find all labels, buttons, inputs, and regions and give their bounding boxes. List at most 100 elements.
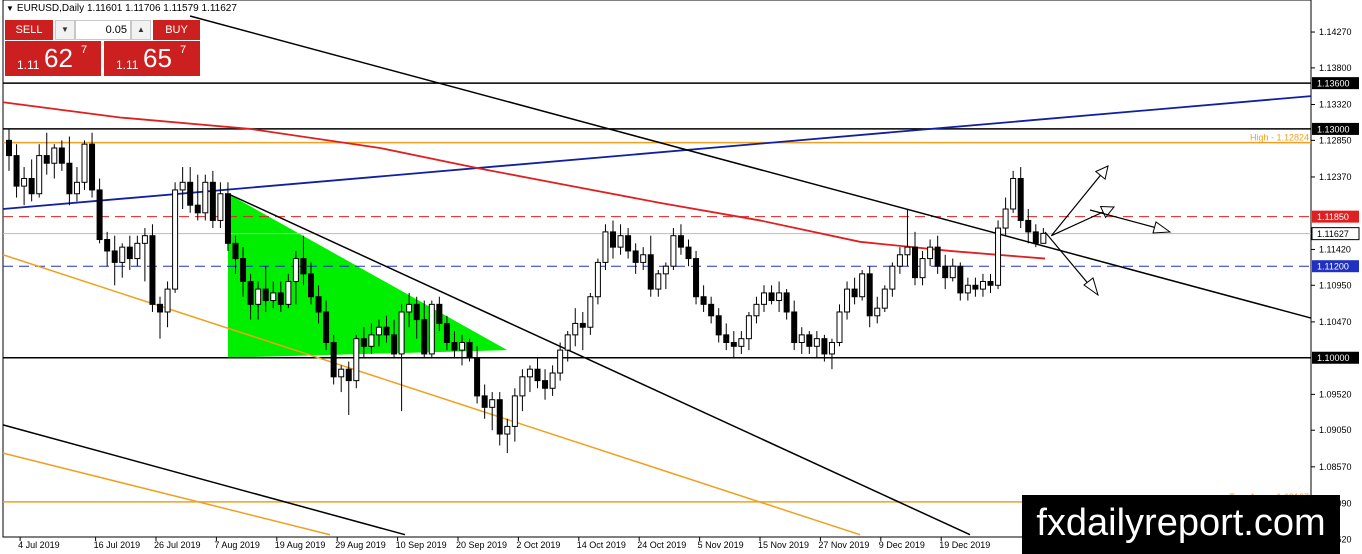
y-tick-label: 1.12370 [1319,172,1352,182]
candle-body [1025,219,1032,233]
candle-body [66,162,73,195]
candle-body [300,258,307,275]
candle-body [345,368,352,382]
candle-body [481,395,488,408]
candle-body [866,273,873,317]
candle-body [889,265,896,290]
candle-body [942,265,949,279]
candle-body [806,334,813,347]
x-tick-label: 26 Jul 2019 [154,540,201,550]
candle-body [904,246,911,256]
candle-body [368,334,375,347]
lot-decrease-button[interactable]: ▼ [55,20,75,40]
candle-body [647,254,654,290]
candle-body [798,334,805,343]
level-box-label-2: 1.10000 [1317,353,1350,363]
x-tick-label: 16 Jul 2019 [94,540,141,550]
candle-body [36,155,43,195]
price-chart[interactable]: 1.142701.138001.133201.128501.123701.114… [0,0,1362,554]
candle-body [859,273,866,298]
candle-body [119,246,126,263]
current-price-label: 1.11627 [1317,229,1349,239]
candle-body [149,235,156,305]
candle-body [81,143,88,183]
candle-body [164,288,171,313]
candle-body [1010,177,1017,210]
candle-body [995,227,1002,286]
candle-body [828,341,835,355]
candle-body [451,341,458,351]
candle-body [209,181,216,221]
candle-body [972,284,979,290]
candle-body [172,189,179,290]
candle-body [194,204,201,214]
candle-body [224,193,231,244]
sell-quote-pips: 62 [44,43,73,73]
candle-body [964,284,971,294]
candle-body [881,288,888,309]
candle-body [572,322,579,336]
candle-body [428,303,435,355]
candle-body [677,235,684,248]
candle-body [126,246,133,260]
candle-body [587,296,594,328]
candle-body [13,155,20,187]
y-tick-label: 1.08570 [1319,462,1352,472]
candle-body [28,177,35,195]
candle-body [511,395,518,427]
candle-body [949,265,956,279]
candle-body [874,307,881,317]
candle-body [443,322,450,343]
x-tick-label: 20 Sep 2019 [456,540,507,550]
candle-body [813,338,820,347]
candle-body [51,147,58,164]
candle-body [662,265,669,275]
ohlc-values: 1.11601 1.11706 1.11579 1.11627 [86,3,237,14]
candle-body [466,341,473,359]
candle-body [640,254,647,263]
buy-button[interactable]: BUY [153,20,200,40]
x-tick-label: 29 Aug 2019 [335,540,386,550]
candle-body [957,265,964,294]
y-tick-label: 1.14270 [1319,27,1352,37]
y-tick-label: 1.09050 [1319,425,1352,435]
level-box-label-0: 1.13600 [1317,79,1350,89]
y-tick-label: 1.13800 [1319,63,1352,73]
candle-body [489,399,496,408]
candle-body [315,296,322,313]
x-tick-label: 5 Nov 2019 [698,540,744,550]
caret-up-icon: ▲ [137,25,145,34]
candle-body [202,181,209,214]
candle-body [111,250,118,263]
candle-body [836,311,843,343]
candle-body [262,288,269,302]
candle-body [1032,231,1039,244]
candle-body [21,177,28,187]
candle-body [723,334,730,343]
candle-body [655,273,662,290]
sell-quote[interactable]: 1.11 62 7 [5,41,101,76]
candle-body [821,338,828,355]
candle-body [844,288,851,313]
candle-body [934,246,941,267]
candle-body [700,296,707,305]
candle-body [685,246,692,260]
x-tick-label: 2 Oct 2019 [516,540,560,550]
buy-quote[interactable]: 1.11 65 7 [104,41,200,76]
candle-body [549,372,556,389]
lot-increase-button[interactable]: ▲ [131,20,151,40]
candle-body [353,338,360,382]
level-annotation-3: High - 1.12824 [1250,133,1309,143]
level-box-label-1: 1.13000 [1317,124,1350,134]
candle-body [783,292,790,313]
lot-size-input[interactable]: 0.05 [75,20,131,40]
candle-body [1002,208,1009,229]
candle-body [6,139,12,157]
candle-body [526,368,533,378]
candle-body [406,303,413,313]
x-tick-label: 10 Sep 2019 [396,540,447,550]
sell-button[interactable]: SELL [5,20,53,40]
candle-body [43,155,50,164]
candle-body [632,250,639,263]
buy-quote-prefix: 1.11 [116,58,139,72]
